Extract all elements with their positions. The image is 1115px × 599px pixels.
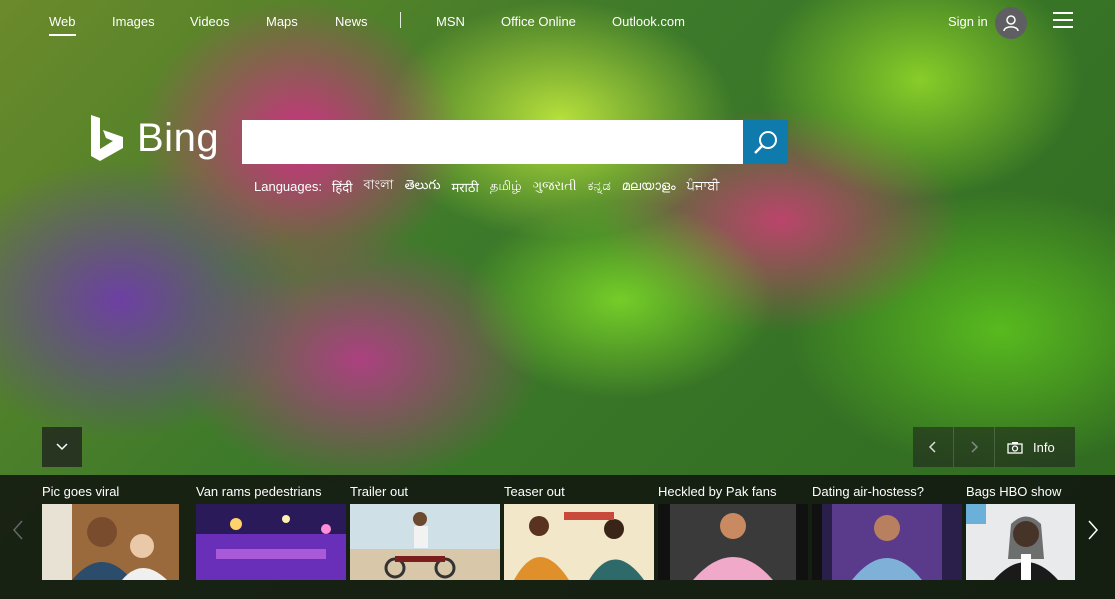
news-card-title: Teaser out: [504, 484, 565, 499]
search-input[interactable]: [242, 120, 744, 164]
search-icon: [753, 131, 777, 154]
news-prev-button[interactable]: [8, 515, 28, 545]
news-card[interactable]: Van rams pedestrians: [196, 475, 346, 599]
news-thumbnail: [966, 504, 1075, 580]
language-tamil[interactable]: தமிழ்: [490, 179, 522, 195]
news-card-title: Dating air-hostess?: [812, 484, 924, 499]
bing-b-icon: [91, 115, 123, 161]
image-info-bar: Info: [913, 427, 1075, 467]
news-thumbnail: [196, 504, 346, 580]
news-thumbnail: [812, 504, 962, 580]
nav-divider: [400, 12, 401, 28]
nav-news[interactable]: News: [335, 14, 368, 29]
chevron-left-icon: [928, 441, 936, 453]
news-thumbnail: [658, 504, 808, 580]
collapse-news-button[interactable]: [42, 427, 82, 467]
bing-logo[interactable]: Bing: [89, 113, 219, 163]
languages-label: Languages:: [254, 179, 322, 194]
news-card-title: Bags HBO show: [966, 484, 1062, 499]
news-card-title: Heckled by Pak fans: [658, 484, 777, 499]
avatar[interactable]: [995, 7, 1027, 39]
search-button[interactable]: [743, 120, 788, 164]
nav-web[interactable]: Web: [49, 14, 76, 36]
previous-image-button[interactable]: [913, 427, 954, 467]
language-gujarati[interactable]: ગુજરાતી: [533, 179, 577, 194]
news-thumbnail: [504, 504, 654, 580]
news-thumbnail: [42, 504, 179, 580]
language-hindi[interactable]: हिंदी: [332, 178, 353, 196]
news-strip: Pic goes viral Van rams pedestrians Trai…: [0, 475, 1115, 599]
news-card-title: Pic goes viral: [42, 484, 120, 499]
language-kannada[interactable]: ಕನ್ನಡ: [588, 179, 611, 194]
nav-msn[interactable]: MSN: [436, 14, 465, 29]
nav-office-online[interactable]: Office Online: [501, 14, 576, 29]
language-links: Languages: हिंदी বাংলা తెలుగు मराठी தமிழ…: [254, 176, 730, 197]
nav-videos[interactable]: Videos: [190, 14, 230, 29]
language-bengali[interactable]: বাংলা: [364, 176, 394, 197]
camera-icon: [1007, 441, 1023, 454]
info-label: Info: [1033, 439, 1055, 455]
news-card[interactable]: Pic goes viral: [42, 475, 192, 599]
language-malayalam[interactable]: മലയാളം: [622, 179, 676, 194]
top-navigation: Web Images Videos Maps News MSN Office O…: [0, 0, 1115, 44]
language-marathi[interactable]: मराठी: [451, 178, 478, 196]
chevron-down-icon: [56, 443, 68, 451]
nav-maps[interactable]: Maps: [266, 14, 298, 29]
news-next-button[interactable]: [1083, 515, 1103, 545]
news-card-title: Van rams pedestrians: [196, 484, 322, 499]
language-telugu[interactable]: తెలుగు: [405, 178, 441, 196]
info-button[interactable]: Info: [995, 440, 1055, 455]
nav-outlook[interactable]: Outlook.com: [612, 14, 685, 29]
chevron-right-icon: [971, 441, 979, 453]
news-card[interactable]: Dating air-hostess?: [812, 475, 962, 599]
chevron-left-icon: [12, 520, 23, 540]
user-icon: [1003, 15, 1019, 32]
news-card[interactable]: Teaser out: [504, 475, 654, 599]
language-punjabi[interactable]: ਪੰਜਾਬੀ: [687, 179, 720, 194]
sign-in-link[interactable]: Sign in: [948, 14, 988, 29]
chevron-right-icon: [1088, 520, 1099, 540]
news-card[interactable]: Heckled by Pak fans: [658, 475, 808, 599]
news-card-title: Trailer out: [350, 484, 409, 499]
next-image-button[interactable]: [954, 427, 995, 467]
nav-images[interactable]: Images: [112, 14, 155, 29]
menu-icon[interactable]: [1053, 12, 1073, 28]
logo-text: Bing: [137, 115, 220, 160]
news-card[interactable]: Trailer out: [350, 475, 500, 599]
news-thumbnail: [350, 504, 500, 580]
